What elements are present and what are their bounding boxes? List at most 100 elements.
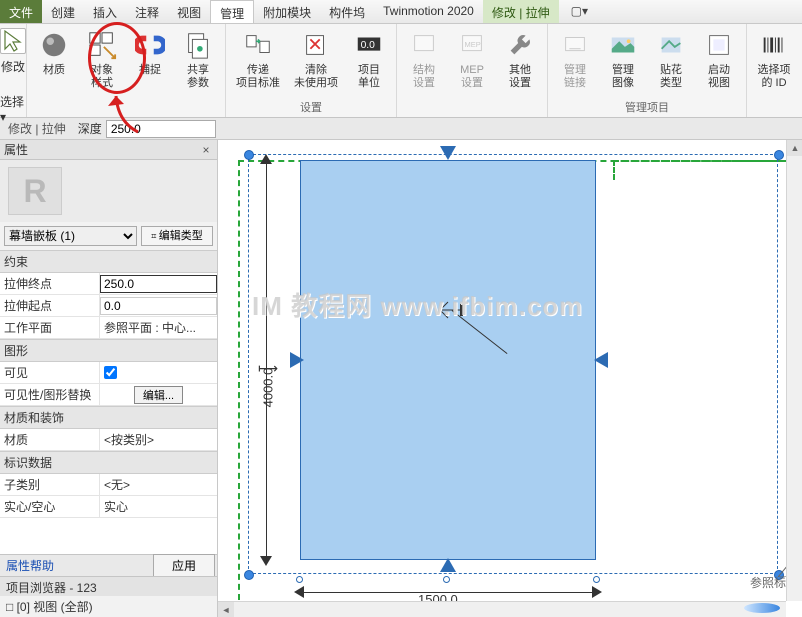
purge-button[interactable]: 清除 未使用项: [290, 28, 342, 90]
shared-params-icon: [181, 28, 215, 62]
depth-label: 深度: [74, 120, 106, 137]
section-constraints: 约束: [0, 250, 217, 273]
row-material: 材质 <按类别>: [0, 429, 217, 451]
extrusion-end-input[interactable]: [100, 275, 217, 293]
scrollbar-horizontal[interactable]: ◄: [218, 601, 786, 617]
handle-tl[interactable]: [244, 150, 254, 160]
visible-checkbox[interactable]: [104, 366, 117, 379]
modify-label: 修改: [1, 58, 25, 75]
subcategory-value[interactable]: <无>: [100, 474, 134, 495]
ids-of-selection-label: 选择项 的 ID: [758, 64, 791, 90]
handle-tr[interactable]: [774, 150, 784, 160]
tab-file[interactable]: 文件: [0, 0, 42, 23]
solid-value[interactable]: 实心: [100, 496, 132, 517]
tab-view[interactable]: 视图: [168, 0, 210, 23]
manage-images-button[interactable]: 管理 图像: [602, 28, 644, 90]
structural-icon: [407, 28, 441, 62]
mep-icon: MEP: [455, 28, 489, 62]
decal-types-button[interactable]: 贴花 类型: [650, 28, 692, 90]
extrusion-start-input[interactable]: [100, 297, 217, 315]
type-selector-row: 幕墙嵌板 (1) ⌗ 编辑类型: [0, 222, 217, 250]
units-button[interactable]: 0.0 项目 单位: [348, 28, 390, 90]
workspace: 属性 × R 幕墙嵌板 (1) ⌗ 编辑类型 约束 拉伸终点 拉伸起点 工作平面…: [0, 140, 802, 617]
snap-label: 捕捉: [139, 64, 161, 77]
other-settings-button[interactable]: 其他 设置: [499, 28, 541, 90]
wrench-icon: [503, 28, 537, 62]
ribbon-group-settings1: 材质 对象 样式 捕捉 共享 参数: [27, 24, 226, 117]
close-icon[interactable]: ×: [199, 143, 213, 157]
purge-label: 清除 未使用项: [294, 64, 338, 90]
drawing-canvas[interactable]: 4000.0 ⟼ 1500.0 参照标高 ▲ ◄: [218, 140, 802, 617]
tab-insert[interactable]: 插入: [84, 0, 126, 23]
tab-goujianwu[interactable]: 构件坞: [320, 0, 374, 23]
barcode-icon: [757, 28, 791, 62]
row-extrusion-end: 拉伸终点: [0, 273, 217, 295]
ids-of-selection-button[interactable]: 选择项 的 ID: [753, 28, 795, 90]
material-button[interactable]: 材质: [33, 28, 75, 90]
material-value[interactable]: <按类别>: [100, 429, 158, 450]
tab-annotate[interactable]: 注释: [126, 0, 168, 23]
manage-links-button[interactable]: 管理 链接: [554, 28, 596, 90]
tab-twinmotion[interactable]: Twinmotion 2020: [374, 0, 483, 23]
project-browser-node[interactable]: □ [0] 视图 (全部): [0, 596, 217, 617]
starting-view-label: 启动 视图: [708, 64, 730, 90]
transfer-standards-button[interactable]: 传递 项目标准: [232, 28, 284, 90]
tab-addins[interactable]: 附加模块: [254, 0, 320, 23]
workplane-value: 参照平面 : 中心...: [100, 317, 200, 338]
context-crumb: 修改 | 拉伸: [0, 120, 74, 137]
links-label: 管理 链接: [564, 64, 586, 90]
shared-params-button[interactable]: 共享 参数: [177, 28, 219, 90]
starting-view-icon: [702, 28, 736, 62]
node-br-profile[interactable]: [593, 576, 600, 583]
crop-region[interactable]: [248, 154, 778, 574]
drag-handle-left[interactable]: [290, 352, 306, 368]
row-workplane: 工作平面 参照平面 : 中心...: [0, 317, 217, 339]
decal-label: 贴花 类型: [660, 64, 682, 90]
node-bm-profile[interactable]: [443, 576, 450, 583]
edit-type-button[interactable]: ⌗ 编辑类型: [141, 226, 213, 246]
material-label: 材质: [43, 64, 65, 77]
section-identity: 标识数据: [0, 451, 217, 474]
decal-icon: [654, 28, 688, 62]
properties-title: 属性: [4, 141, 28, 158]
scroll-left-icon[interactable]: ◄: [218, 602, 234, 617]
row-visible: 可见: [0, 362, 217, 384]
units-label: 项目 单位: [358, 64, 380, 90]
properties-help-link[interactable]: 属性帮助: [2, 557, 54, 574]
svg-text:MEP: MEP: [465, 40, 481, 49]
section-material: 材质和装饰: [0, 406, 217, 429]
snap-button[interactable]: 捕捉: [129, 28, 171, 90]
handle-bl[interactable]: [244, 570, 254, 580]
vis-override-edit-button[interactable]: 编辑...: [134, 386, 183, 404]
properties-sidebar: 属性 × R 幕墙嵌板 (1) ⌗ 编辑类型 约束 拉伸终点 拉伸起点 工作平面…: [0, 140, 218, 617]
starting-view-button[interactable]: 启动 视图: [698, 28, 740, 90]
structural-settings-button[interactable]: 结构 设置: [403, 28, 445, 90]
tab-manage[interactable]: 管理: [210, 0, 254, 23]
flip-control[interactable]: [436, 294, 466, 324]
drag-handle-bottom[interactable]: [440, 558, 456, 574]
tab-create[interactable]: 创建: [42, 0, 84, 23]
dim-h-arrow-r: [590, 586, 602, 598]
ribbon-group-project: 管理 链接 管理 图像 贴花 类型 启动 视图 管理项目: [548, 24, 747, 117]
transfer-label: 传递 项目标准: [236, 64, 280, 90]
scrollbar-vertical[interactable]: ▲: [786, 140, 802, 601]
material-icon: [37, 28, 71, 62]
apply-button[interactable]: 应用: [153, 554, 215, 577]
drag-handle-top[interactable]: [440, 146, 456, 162]
zoom-indicator-icon: [742, 601, 782, 615]
node-bl-profile[interactable]: [296, 576, 303, 583]
tab-modify-extrusion[interactable]: 修改 | 拉伸: [483, 0, 559, 23]
project-browser-header[interactable]: 项目浏览器 - 123: [0, 576, 217, 596]
object-styles-button[interactable]: 对象 样式: [81, 28, 123, 90]
dim-marker-icon: ⟼: [258, 360, 278, 377]
mep-settings-button[interactable]: MEP MEP 设置: [451, 28, 493, 90]
dim-h-arrow-l: [294, 586, 306, 598]
drag-handle-right[interactable]: [594, 352, 610, 368]
scroll-up-icon[interactable]: ▲: [787, 140, 802, 156]
ribbon: 修改 选择 ▾ 材质 对象 样式 捕捉 共享 参数: [0, 24, 802, 118]
depth-input[interactable]: [106, 120, 216, 138]
quick-access-dropdown[interactable]: ▢▾: [565, 0, 594, 23]
type-selector[interactable]: 幕墙嵌板 (1): [4, 226, 137, 246]
settings-group-label: 设置: [232, 97, 390, 115]
modify-cursor-icon[interactable]: [0, 28, 26, 54]
